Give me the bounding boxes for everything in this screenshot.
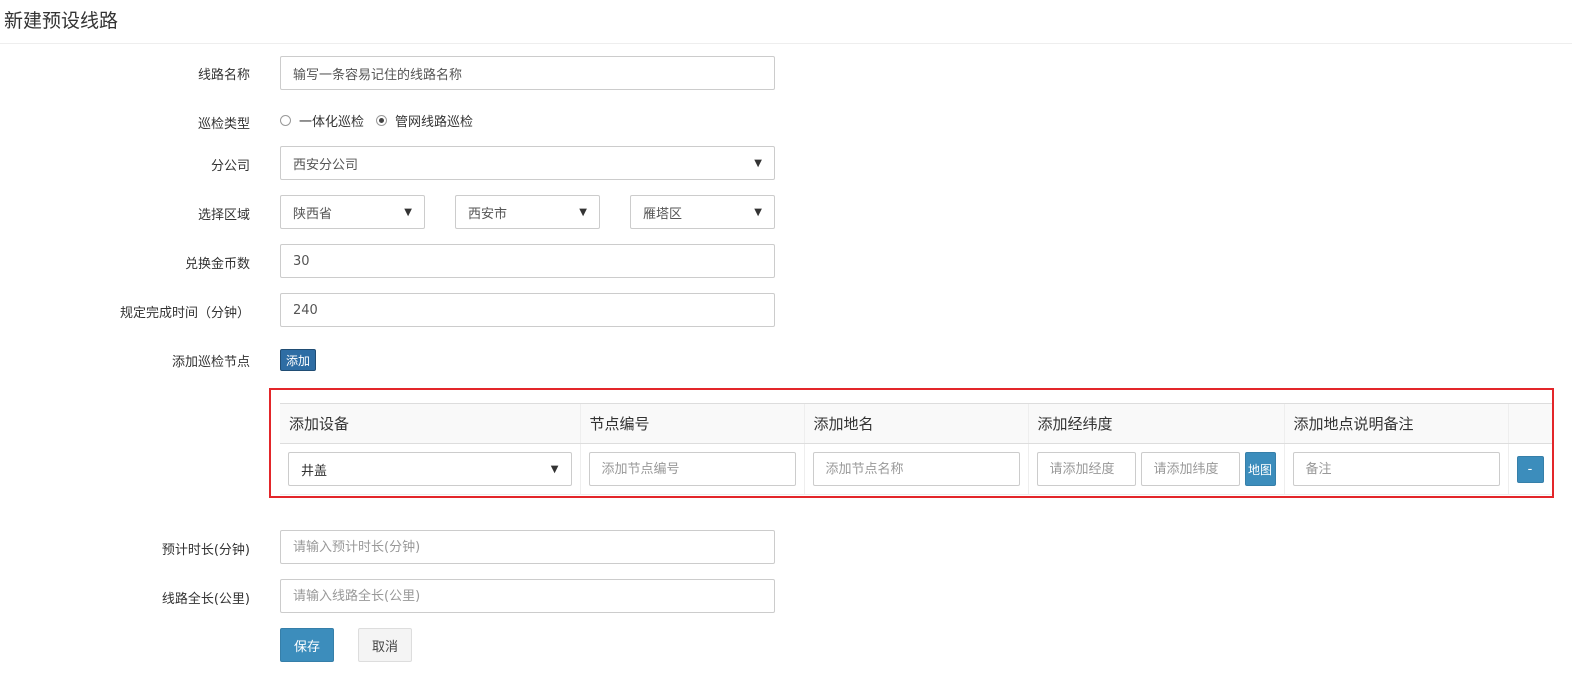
est-duration-input[interactable]: [280, 530, 775, 564]
caret-down-icon: ▼: [754, 157, 762, 169]
radio-integrated-patrol-label: 一体化巡检: [299, 115, 365, 130]
radio-dot: [379, 118, 385, 123]
header-coordinates: 添加经纬度: [1027, 403, 1284, 444]
note-input[interactable]: [1292, 452, 1500, 486]
province-select-value: 陕西省: [293, 206, 333, 222]
title-divider: [0, 43, 1572, 44]
radio-unchecked-icon[interactable]: [280, 115, 291, 126]
patrol-type-radio-group: 一体化巡检 管网线路巡检: [280, 111, 485, 130]
coordinates-cell: 地图: [1027, 443, 1284, 495]
page-title: 新建预设线路: [4, 10, 119, 32]
branch-select-value: 西安分公司: [293, 157, 359, 173]
province-select[interactable]: 陕西省 ▼: [280, 195, 425, 229]
caret-down-icon: ▼: [754, 206, 762, 218]
radio-integrated-patrol[interactable]: 一体化巡检: [280, 111, 364, 130]
caret-down-icon: ▼: [404, 206, 412, 218]
radio-pipeline-patrol[interactable]: 管网线路巡检: [376, 111, 473, 130]
device-cell: 井盖 ▼: [280, 443, 580, 495]
add-node-button[interactable]: 添加: [280, 349, 316, 371]
device-select-value: 井盖: [301, 463, 328, 479]
map-button[interactable]: 地图: [1244, 452, 1276, 486]
nodes-table: 添加设备 节点编号 添加地名 添加经纬度 添加地点说明备注 井盖 ▼ 添加节点编…: [280, 403, 1552, 495]
header-device: 添加设备: [280, 403, 580, 444]
route-length-label: 线路全长(公里): [161, 592, 250, 607]
time-limit-label: 规定完成时间（分钟）: [119, 306, 250, 321]
place-name-input[interactable]: [812, 452, 1020, 486]
device-select[interactable]: 井盖 ▼: [288, 452, 572, 486]
coins-input[interactable]: [280, 244, 775, 278]
city-select[interactable]: 西安市 ▼: [455, 195, 600, 229]
time-limit-input[interactable]: [280, 293, 775, 327]
caret-down-icon: ▼: [550, 463, 559, 475]
place-name-cell: [803, 443, 1028, 495]
radio-checked-icon[interactable]: [376, 115, 388, 126]
longitude-input[interactable]: [1036, 452, 1136, 486]
nodes-table-header-row: 添加设备 节点编号 添加地名 添加经纬度 添加地点说明备注: [280, 403, 1552, 444]
add-nodes-label: 添加巡检节点: [171, 355, 250, 370]
node-number-cell: [579, 443, 804, 495]
header-note: 添加地点说明备注: [1283, 403, 1508, 444]
latitude-input[interactable]: [1140, 452, 1240, 486]
city-select-value: 西安市: [468, 206, 508, 222]
patrol-type-label: 巡检类型: [197, 117, 250, 132]
est-duration-label: 预计时长(分钟): [161, 543, 250, 558]
district-select[interactable]: 雁塔区 ▼: [630, 195, 775, 229]
branch-select[interactable]: 西安分公司 ▼: [280, 146, 775, 180]
coins-label: 兑换金币数: [184, 257, 250, 272]
note-cell: [1283, 443, 1508, 495]
node-number-input[interactable]: [588, 452, 796, 486]
route-name-input[interactable]: [280, 56, 775, 90]
header-action: [1507, 403, 1552, 444]
save-button[interactable]: 保存: [280, 628, 334, 662]
cancel-button[interactable]: 取消: [358, 628, 412, 662]
region-label: 选择区域: [197, 208, 250, 223]
radio-pipeline-patrol-label: 管网线路巡检: [395, 115, 474, 130]
remove-node-button[interactable]: -: [1516, 455, 1544, 483]
header-place-name: 添加地名: [803, 403, 1028, 444]
coordinates-group: 地图: [1036, 452, 1276, 486]
action-cell: -: [1507, 443, 1552, 495]
branch-label: 分公司: [210, 159, 250, 174]
district-select-value: 雁塔区: [643, 206, 683, 222]
route-length-input[interactable]: [280, 579, 775, 613]
table-row: 井盖 ▼ 地图 -: [280, 443, 1552, 495]
caret-down-icon: ▼: [579, 206, 587, 218]
header-node-number: 节点编号: [579, 403, 804, 444]
route-name-label: 线路名称: [197, 68, 250, 83]
